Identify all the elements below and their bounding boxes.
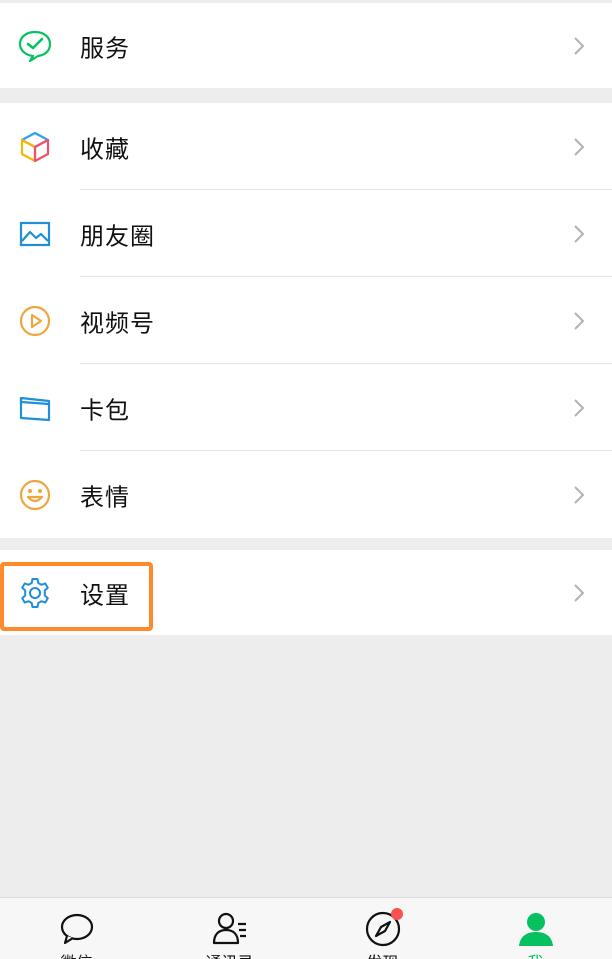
chevron-right-icon [574, 36, 585, 55]
wallet-icon [17, 390, 53, 426]
services-icon [17, 28, 53, 64]
menu-item-services[interactable]: 服务 [0, 3, 612, 88]
menu-item-favorites-label: 收藏 [80, 135, 130, 163]
chevron-right-icon [574, 224, 585, 243]
tab-contacts-label: 通讯录 [205, 949, 253, 959]
person-icon [518, 913, 553, 946]
contacts-icon [212, 912, 246, 945]
settings-group: 设置 [0, 550, 612, 635]
cube-icon [17, 129, 53, 165]
menu-item-moments-label: 朋友圈 [80, 222, 155, 250]
menu-item-channels[interactable]: 视频号 [0, 277, 612, 364]
chevron-right-icon [574, 398, 585, 417]
menu-item-cards-label: 卡包 [80, 396, 130, 424]
features-group: 收藏 朋友圈 视频号 卡包 表情 [0, 103, 612, 538]
chevron-right-icon [574, 137, 585, 156]
tab-discover-label: 发现 [366, 949, 398, 959]
menu-item-favorites[interactable]: 收藏 [0, 103, 612, 190]
tab-discover[interactable]: 发现 [306, 898, 459, 959]
menu-item-settings[interactable]: 设置 [0, 550, 612, 635]
smiley-icon [17, 477, 53, 513]
menu-item-settings-label: 设置 [80, 581, 130, 609]
chat-bubble-icon [60, 913, 93, 945]
tab-chats[interactable]: 微信 [0, 898, 153, 959]
tab-me[interactable]: 我 [459, 898, 612, 959]
menu-item-channels-label: 视频号 [80, 309, 155, 337]
gear-icon [17, 575, 53, 611]
menu-item-services-label: 服务 [80, 34, 130, 62]
discover-badge-dot [391, 908, 403, 920]
menu-item-stickers-label: 表情 [80, 483, 130, 511]
tab-contacts[interactable]: 通讯录 [153, 898, 306, 959]
tab-me-label: 我 [527, 949, 543, 959]
chevron-right-icon [574, 311, 585, 330]
chevron-right-icon [574, 485, 585, 504]
play-circle-icon [17, 303, 53, 339]
image-icon [17, 216, 53, 252]
menu-item-stickers[interactable]: 表情 [0, 451, 612, 538]
bottom-tab-bar: 微信 通讯录 发现 我 [0, 897, 612, 959]
menu-item-cards[interactable]: 卡包 [0, 364, 612, 451]
tab-chats-label: 微信 [60, 949, 92, 959]
services-group: 服务 [0, 3, 612, 88]
chevron-right-icon [574, 583, 585, 602]
menu-item-moments[interactable]: 朋友圈 [0, 190, 612, 277]
